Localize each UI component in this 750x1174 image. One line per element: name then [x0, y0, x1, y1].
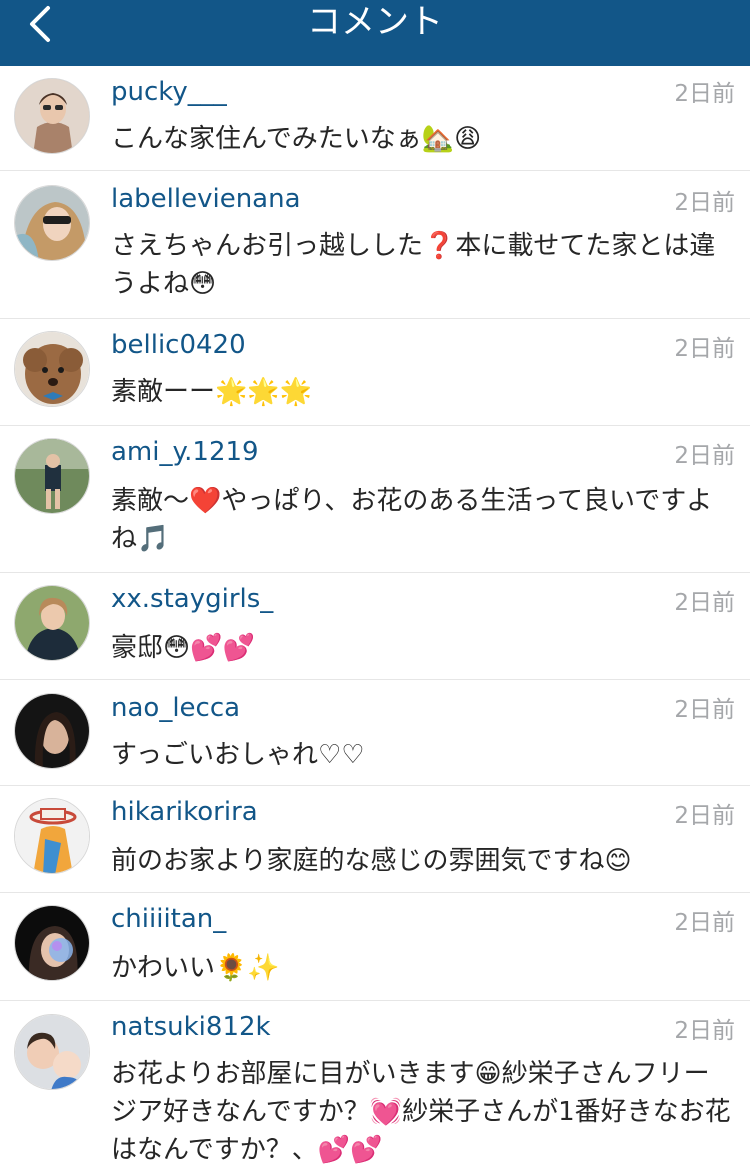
avatar[interactable] [14, 905, 90, 981]
comment-username[interactable]: bellic0420 [111, 329, 246, 361]
avatar[interactable] [14, 1014, 90, 1090]
comment-username[interactable]: labellevienana [111, 183, 301, 215]
comment-time: 2日前 [674, 190, 735, 216]
comment-row: nao_lecca 2日前 すっごいおしゃれ♡♡ [0, 680, 750, 786]
comment-time: 2日前 [674, 697, 735, 723]
comment-row: labellevienana 2日前 さえちゃんお引っ越しした❓本に載せてた家と… [0, 171, 750, 319]
comment-text: さえちゃんお引っ越しした❓本に載せてた家とは違うよね😳 [111, 231, 716, 299]
comment-text: こんな家住んでみたいなぁ🏡😩 [111, 124, 482, 154]
avatar[interactable] [14, 693, 90, 769]
comment-text: 豪邸😳💕💕 [111, 633, 255, 663]
avatar[interactable] [14, 798, 90, 874]
comment-row: hikarikorira 2日前 前のお家より家庭的な感じの雰囲気ですね😊 [0, 786, 750, 893]
comment-text: 前のお家より家庭的な感じの雰囲気ですね😊 [111, 846, 632, 876]
avatar[interactable] [14, 185, 90, 261]
page-title: コメント [307, 2, 443, 42]
comment-time: 2日前 [674, 803, 735, 829]
comment-text: かわいい🌻✨ [111, 953, 280, 983]
comment-time: 2日前 [674, 590, 735, 616]
comment-time: 2日前 [674, 443, 735, 469]
comment-row: natsuki812k 2日前 お花よりお部屋に目がいきます😁紗栄子さんフリージ… [0, 1001, 750, 1174]
comment-text: 素敵〜❤️やっぱり、お花のある生活って良いですよね🎵 [111, 486, 713, 554]
comment-username[interactable]: xx.staygirls_ [111, 583, 273, 615]
comment-text: 素敵ーー🌟🌟🌟 [111, 377, 313, 407]
comment-username[interactable]: chiiiitan_ [111, 903, 226, 935]
nav-bar: コメント [0, 0, 750, 66]
comment-row: bellic0420 2日前 素敵ーー🌟🌟🌟 [0, 319, 750, 426]
comment-username[interactable]: ami_y.1219 [111, 436, 259, 468]
avatar[interactable] [14, 585, 90, 661]
comment-text: お花よりお部屋に目がいきます😁紗栄子さんフリージア好きなんですか？💓紗栄子さんが… [111, 1059, 731, 1165]
comment-text: すっごいおしゃれ♡♡ [111, 740, 365, 770]
avatar[interactable] [14, 438, 90, 514]
comment-row: xx.staygirls_ 2日前 豪邸😳💕💕 [0, 573, 750, 680]
comment-username[interactable]: nao_lecca [111, 692, 240, 724]
comment-time: 2日前 [674, 910, 735, 936]
comment-time: 2日前 [674, 81, 735, 107]
comment-row: ami_y.1219 2日前 素敵〜❤️やっぱり、お花のある生活って良いですよね… [0, 426, 750, 573]
avatar[interactable] [14, 78, 90, 154]
avatar[interactable] [14, 331, 90, 407]
comment-time: 2日前 [674, 336, 735, 362]
comment-row: chiiiitan_ 2日前 かわいい🌻✨ [0, 893, 750, 1001]
comment-row: pucky___ 2日前 こんな家住んでみたいなぁ🏡😩 [0, 66, 750, 171]
comment-username[interactable]: pucky___ [111, 76, 227, 108]
comment-username[interactable]: hikarikorira [111, 796, 258, 828]
comment-time: 2日前 [674, 1018, 735, 1044]
comment-username[interactable]: natsuki812k [111, 1011, 271, 1043]
